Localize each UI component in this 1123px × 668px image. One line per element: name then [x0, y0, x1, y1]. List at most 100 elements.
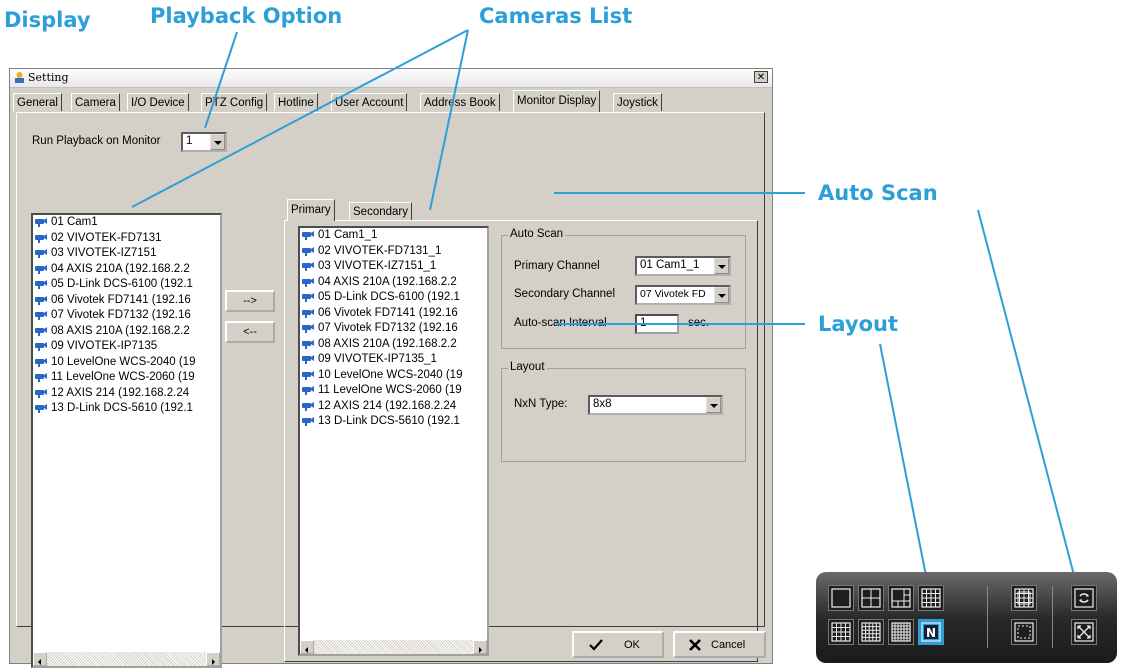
sixteen-view-icon[interactable] — [828, 619, 854, 645]
nxn-type-label: NxN Type: — [514, 398, 568, 410]
tab-io-device[interactable]: I/O Device — [127, 93, 189, 111]
nine-view-icon[interactable] — [918, 585, 944, 611]
camera-icon — [302, 308, 314, 318]
thirty-six-view-icon[interactable] — [888, 619, 914, 645]
list-item[interactable]: 04 AXIS 210A (192.168.2.2 — [33, 262, 220, 278]
scroll-left-button[interactable] — [300, 640, 314, 654]
cancel-button[interactable]: Cancel — [673, 631, 766, 658]
list-item[interactable]: 01 Cam1_1 — [300, 228, 487, 244]
primary-channel-select[interactable]: 01 Cam1_1 — [635, 256, 731, 276]
monitor-cameras-list[interactable]: 01 Cam1_1 02 VIVOTEK-FD7131_1 03 VIVOTEK-I… — [298, 226, 489, 656]
list-item[interactable]: 13 D-Link DCS-5610 (192.1 — [33, 401, 220, 417]
hide-border-icon[interactable] — [1011, 619, 1037, 645]
list-item[interactable]: 02 VIVOTEK-FD7131_1 — [300, 244, 487, 260]
primary-panel: 01 Cam1_1 02 VIVOTEK-FD7131_1 03 VIVOTEK-I… — [284, 220, 758, 662]
camera-name: 10 LevelOne WCS-2040 (19 — [51, 355, 196, 368]
hide-border-icon-glyph — [1014, 622, 1034, 642]
list-item[interactable]: 09 VIVOTEK-IP7135_1 — [300, 352, 487, 368]
tab-monitor-display[interactable]: Monitor Display — [513, 90, 601, 112]
camera-icon — [35, 326, 47, 336]
monitor-camera-list-items: 01 Cam1_1 02 VIVOTEK-FD7131_1 03 VIVOTEK-I… — [300, 228, 487, 430]
chevron-down-icon[interactable] — [714, 258, 729, 274]
list-item[interactable]: 13 D-Link DCS-5610 (192.1 — [300, 414, 487, 430]
camera-name: 07 Vivotek FD7132 (192.16 — [318, 322, 458, 334]
list-item[interactable]: 07 Vivotek FD7132 (192.16 — [33, 308, 220, 324]
auto-scan-icon-glyph — [1074, 588, 1094, 608]
camera-icon — [302, 277, 314, 287]
list-item[interactable]: 09 VIVOTEK-IP7135 — [33, 339, 220, 355]
tab-address-book[interactable]: Address Book — [420, 93, 500, 111]
secondary-channel-select[interactable]: 07 Vivotek FD — [635, 285, 731, 305]
scroll-right-button[interactable] — [206, 652, 220, 666]
camera-name: 02 VIVOTEK-FD7131 — [51, 231, 162, 244]
six-view-icon[interactable] — [888, 585, 914, 611]
tab-camera[interactable]: Camera — [71, 93, 120, 111]
list-item[interactable]: 06 Vivotek FD7141 (192.16 — [33, 293, 220, 309]
camera-icon — [302, 401, 314, 411]
list-item[interactable]: 08 AXIS 210A (192.168.2.2 — [300, 337, 487, 353]
tab-ptz-config[interactable]: PTZ Config — [201, 93, 268, 111]
list-item[interactable]: 05 D-Link DCS-6100 (192.1 — [33, 277, 220, 293]
list-item[interactable]: 10 LevelOne WCS-2040 (19 — [33, 355, 220, 371]
camera-name: 13 D-Link DCS-5610 (192.1 — [51, 402, 193, 414]
arrow-left-icon — [305, 647, 308, 653]
twenty-five-view-icon[interactable] — [858, 619, 884, 645]
single-view-icon-glyph — [831, 588, 851, 608]
camera-icon — [302, 246, 314, 256]
scroll-left-button[interactable] — [33, 652, 47, 666]
tab-user-account[interactable]: User Account — [331, 93, 408, 111]
full-screen-icon[interactable] — [1071, 619, 1097, 645]
layout-group: Layout NxN Type: 8x8 — [501, 361, 746, 462]
nxn-type-select[interactable]: 8x8 — [588, 395, 723, 415]
playback-monitor-select[interactable]: 1 — [181, 132, 227, 152]
list-item[interactable]: 03 VIVOTEK-IZ7151_1 — [300, 259, 487, 275]
list-item[interactable]: 12 AXIS 214 (192.168.2.24 — [33, 386, 220, 402]
tab-hotline[interactable]: Hotline — [274, 93, 318, 111]
scroll-right-button[interactable] — [473, 640, 487, 654]
ok-button[interactable]: OK — [572, 631, 664, 658]
svg-text:N: N — [926, 626, 936, 640]
list-item[interactable]: 03 VIVOTEK-IZ7151 — [33, 246, 220, 262]
full-screen-grid-icon[interactable] — [1011, 585, 1037, 611]
camera-name: 08 AXIS 210A (192.168.2.2 — [51, 324, 190, 337]
auto-scan-icon[interactable] — [1071, 585, 1097, 611]
remove-camera-button[interactable]: <-- — [225, 321, 275, 343]
list-item[interactable]: 02 VIVOTEK-FD7131 — [33, 231, 220, 247]
list-item[interactable]: 04 AXIS 210A (192.168.2.2 — [300, 275, 487, 291]
camera-icon — [35, 357, 47, 367]
list-item[interactable]: 01 Cam1 — [33, 215, 220, 231]
title-bar[interactable]: Setting ✕ — [10, 69, 772, 88]
list-item[interactable]: 11 LevelOne WCS-2060 (19 — [33, 370, 220, 386]
list-item[interactable]: 11 LevelOne WCS-2060 (19 — [300, 383, 487, 399]
horizontal-scrollbar[interactable] — [33, 652, 220, 666]
list-item[interactable]: 08 AXIS 210A (192.168.2.2 — [33, 324, 220, 340]
cancel-label: Cancel — [711, 639, 746, 651]
tab-joystick[interactable]: Joystick — [613, 93, 662, 111]
horizontal-scrollbar[interactable] — [300, 640, 487, 654]
list-item[interactable]: 07 Vivotek FD7132 (192.16 — [300, 321, 487, 337]
chevron-down-icon[interactable] — [706, 397, 721, 413]
list-item[interactable]: 12 AXIS 214 (192.168.2.24 — [300, 399, 487, 415]
camera-name: 09 VIVOTEK-IP7135_1 — [318, 353, 437, 365]
list-item[interactable]: 05 D-Link DCS-6100 (192.1 — [300, 290, 487, 306]
close-button[interactable]: ✕ — [754, 71, 768, 83]
single-view-icon[interactable] — [828, 585, 854, 611]
setting-window: Setting ✕ General Camera I/O Device PTZ … — [9, 68, 773, 668]
camera-name: 01 Cam1_1 — [318, 229, 378, 241]
camera-name: 06 Vivotek FD7141 (192.16 — [318, 306, 458, 319]
quad-view-icon[interactable] — [858, 585, 884, 611]
nxn-view-icon[interactable]: N — [918, 619, 944, 645]
list-item[interactable]: 06 Vivotek FD7141 (192.16 — [300, 306, 487, 322]
chevron-down-icon[interactable] — [714, 287, 729, 303]
auto-scan-interval-input[interactable]: 1 — [635, 314, 679, 334]
subtab-primary[interactable]: Primary — [287, 199, 335, 221]
subtab-secondary[interactable]: Secondary — [349, 202, 412, 220]
add-camera-button[interactable]: --> — [225, 290, 275, 312]
tab-general[interactable]: General — [13, 93, 62, 111]
camera-icon — [35, 388, 47, 398]
camera-icon — [35, 280, 47, 289]
all-cameras-list[interactable]: 01 Cam1 02 VIVOTEK-FD7131 03 VIVOTEK-IZ715… — [31, 213, 222, 668]
chevron-down-icon[interactable] — [210, 134, 225, 150]
list-item[interactable]: 10 LevelOne WCS-2040 (19 — [300, 368, 487, 384]
camera-name: 12 AXIS 214 (192.168.2.24 — [51, 386, 190, 399]
